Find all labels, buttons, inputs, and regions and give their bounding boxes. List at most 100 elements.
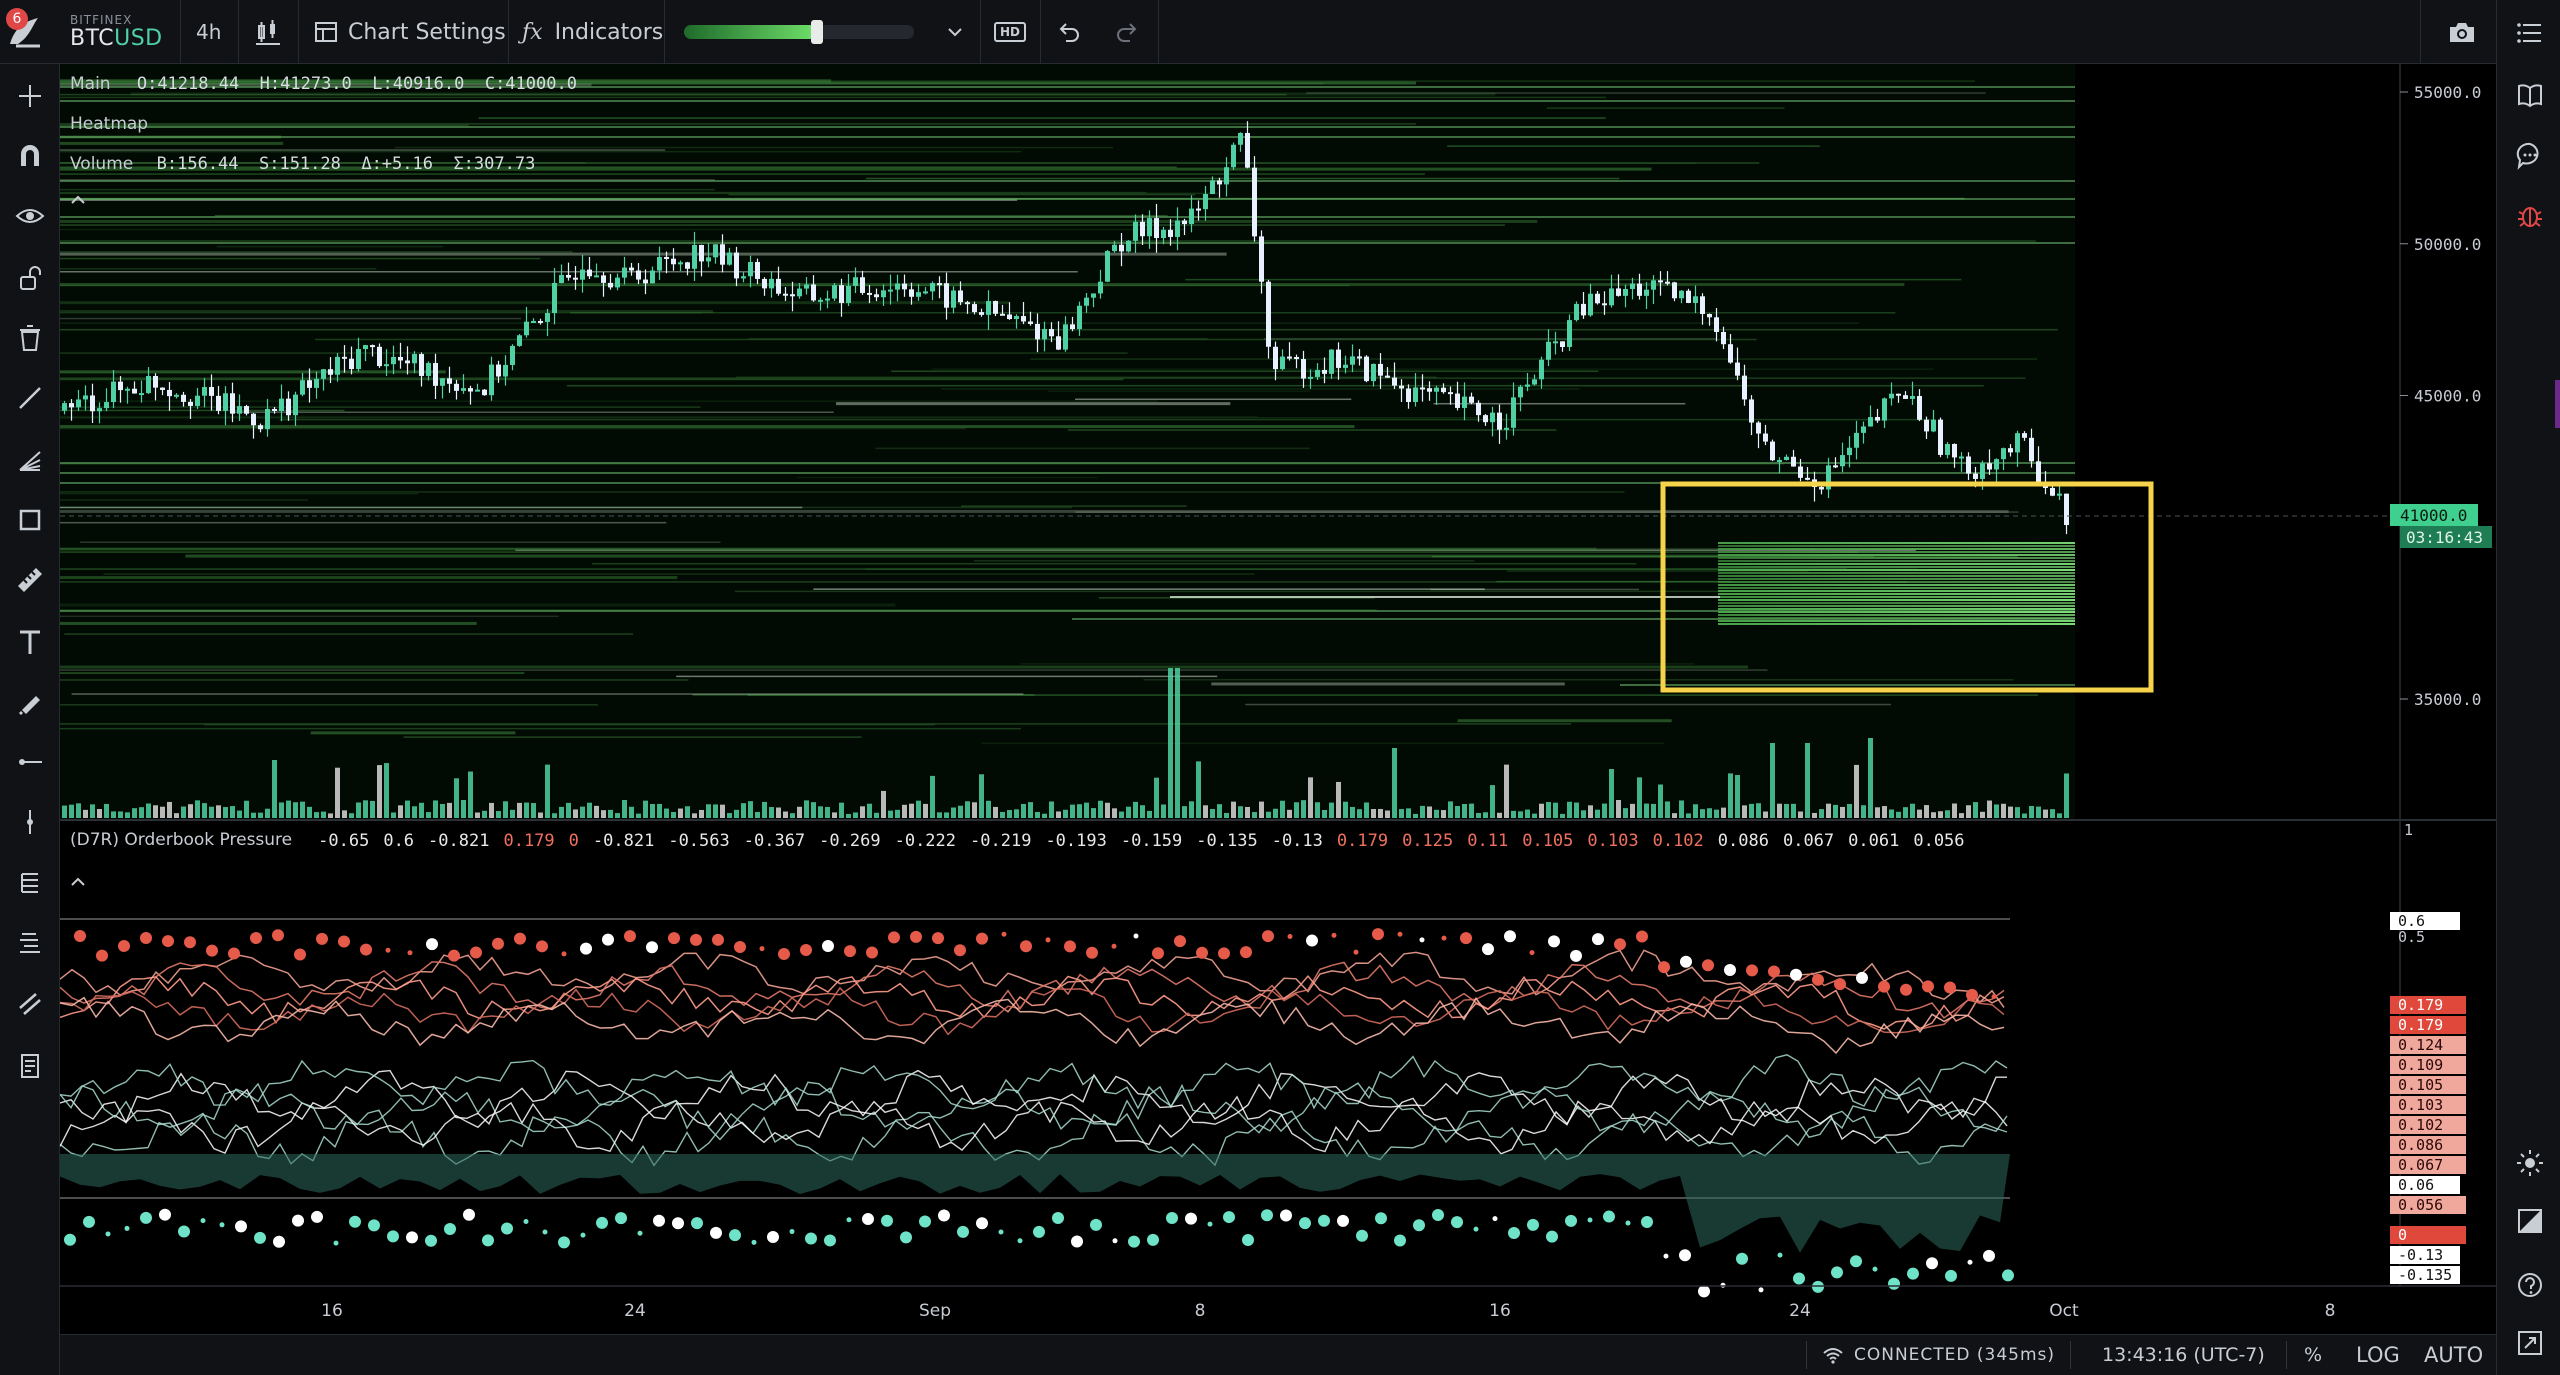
unlock-icon[interactable] [14, 262, 46, 294]
volume-bar [734, 809, 739, 818]
redo-button[interactable] [1114, 0, 1140, 64]
volume-bar [923, 803, 928, 818]
clock[interactable]: 13:43:16 (UTC-7) [2102, 1335, 2265, 1375]
pressure-teal-dot [1736, 1252, 1748, 1265]
magnet-icon[interactable] [14, 140, 46, 172]
volume-bar [1063, 809, 1068, 818]
chart-type-button[interactable] [254, 0, 282, 64]
pressure-value: -0.193 [1045, 830, 1107, 851]
volume-bar [440, 803, 445, 818]
candle-body [279, 398, 284, 411]
horizontal-ray-icon[interactable] [14, 746, 46, 778]
pressure-value: -0.219 [970, 830, 1032, 851]
collapse-pressure-button[interactable] [70, 872, 86, 891]
candle-body [1014, 316, 1019, 320]
pressure-teal-dot [406, 1231, 418, 1244]
heatmap-opacity-slider[interactable] [684, 0, 924, 64]
pressure-red-dot [1529, 950, 1535, 956]
book-icon[interactable] [2515, 80, 2545, 110]
percent-scale-toggle[interactable]: % [2304, 1335, 2322, 1375]
collapse-main-button[interactable] [70, 190, 86, 209]
text-tool-icon[interactable] [14, 626, 46, 658]
crosshair-icon[interactable] [14, 80, 46, 112]
logo-button[interactable]: 6 [4, 0, 56, 64]
watchlist-icon[interactable] [2515, 18, 2545, 48]
candle-body [1336, 349, 1341, 368]
candle-body [608, 282, 613, 288]
symbol-selector[interactable]: BITFINEX BTCUSD [70, 0, 163, 64]
brightness-icon[interactable] [2515, 1148, 2545, 1178]
candle-body [447, 378, 452, 384]
candle-body [601, 275, 606, 283]
candle-body [1623, 288, 1628, 296]
help-icon[interactable] [2515, 1270, 2545, 1300]
liquidity-band [60, 188, 715, 191]
volume-bar [468, 771, 473, 818]
indicators-button[interactable]: ƒx Indicators [522, 0, 663, 64]
pressure-teal-dot [751, 1239, 757, 1245]
parallel-channel-icon[interactable] [14, 988, 46, 1020]
candle-body [650, 270, 655, 284]
pressure-teal-dot [957, 1225, 969, 1238]
chart-settings-button[interactable]: Chart Settings [314, 0, 506, 64]
fullscreen-icon[interactable] [2515, 1328, 2545, 1358]
liquidity-band [60, 499, 309, 501]
auto-scale-toggle[interactable]: AUTO [2424, 1335, 2483, 1375]
volume-bar [1322, 809, 1327, 818]
candle-body [2015, 433, 2020, 453]
volume-bar [349, 813, 354, 818]
hd-toggle-button[interactable]: HD [994, 0, 1027, 64]
candle-body [146, 375, 151, 394]
ruler-icon[interactable] [14, 564, 46, 596]
volume-bar [2064, 773, 2069, 818]
slider-handle[interactable] [811, 20, 824, 44]
eye-icon[interactable] [14, 200, 46, 232]
horizontal-lines-icon[interactable] [14, 868, 46, 900]
candle-body [398, 356, 403, 361]
volume-bar [692, 813, 697, 818]
pressure-teal-dot [1052, 1211, 1064, 1224]
volume-bar [1238, 806, 1243, 818]
liquidity-level [1620, 684, 2075, 686]
fib-fan-icon[interactable] [14, 444, 46, 476]
contrast-icon[interactable] [2515, 1206, 2545, 1236]
volume-bar [1385, 810, 1390, 818]
vertical-line-icon[interactable] [14, 806, 46, 838]
liquidity-band [981, 742, 1665, 745]
trash-icon[interactable] [14, 322, 46, 354]
volume-bar [1742, 805, 1747, 818]
pressure-red-dot [1353, 949, 1359, 955]
candle-body [223, 393, 228, 411]
volume-bar [979, 774, 984, 818]
rectangle-icon[interactable] [14, 504, 46, 536]
chat-icon[interactable] [2515, 140, 2545, 170]
candle-body [209, 387, 214, 396]
candle-body [286, 398, 291, 416]
notification-badge[interactable]: 6 [6, 8, 28, 30]
candle-body [1574, 303, 1579, 321]
notes-icon[interactable] [14, 1050, 46, 1082]
volume-bar [839, 802, 844, 818]
pressure-red-dot [1419, 937, 1425, 943]
fib-retracement-icon[interactable] [14, 928, 46, 960]
pressure-red-dot [184, 936, 196, 949]
liquidity-band [60, 219, 1538, 223]
volume-bar [2015, 807, 2020, 818]
bug-report-icon[interactable] [2515, 200, 2545, 230]
brush-icon[interactable] [14, 686, 46, 718]
pressure-red-dot [294, 948, 306, 961]
undo-button[interactable] [1056, 0, 1082, 64]
volume-bar [1007, 810, 1012, 818]
candle-body [1525, 384, 1530, 387]
pressure-red-dot [514, 932, 526, 945]
candle-body [706, 257, 711, 262]
candle-body [1973, 473, 1978, 479]
candle-body [1560, 341, 1565, 347]
screenshot-button[interactable] [2448, 0, 2476, 64]
trend-line-icon[interactable] [14, 382, 46, 414]
volume-bar [1966, 805, 1971, 818]
timeframe-button[interactable]: 4h [196, 0, 221, 64]
log-scale-toggle[interactable]: LOG [2356, 1335, 2400, 1375]
slider-dropdown-button[interactable] [946, 0, 964, 64]
main-chart[interactable]: 55000.0 50000.0 45000.0 35000.0 1 0.6 0.5 0.17… [60, 64, 2496, 1334]
